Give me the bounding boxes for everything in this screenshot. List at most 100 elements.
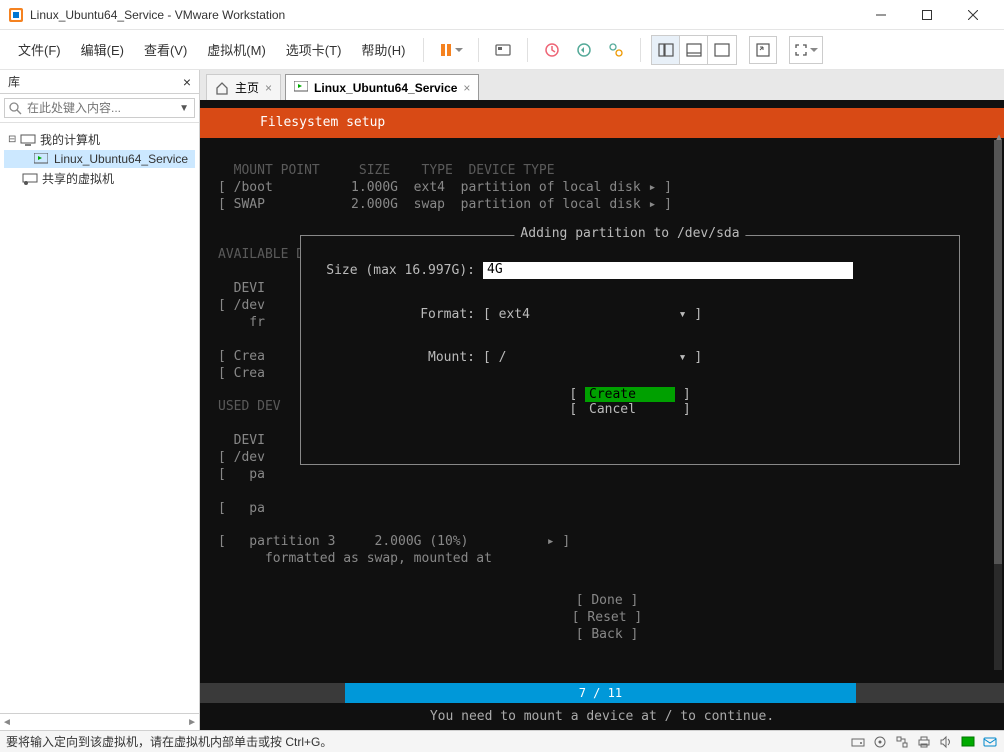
shared-icon — [22, 172, 38, 186]
reset-button[interactable]: [ Reset ] — [572, 610, 642, 625]
vm-running-icon — [34, 152, 50, 166]
tree-vm-item[interactable]: Linux_Ubuntu64_Service — [4, 150, 195, 168]
dialog-title: Adding partition to /dev/sda — [514, 226, 745, 241]
tree-label: Linux_Ubuntu64_Service — [54, 152, 188, 166]
bg-text: [ pa — [218, 501, 265, 516]
bg-text: [ Crea — [218, 366, 265, 381]
menu-view[interactable]: 查看(V) — [136, 36, 195, 63]
library-tree: ⊟ 我的计算机 Linux_Ubuntu64_Service 共享的虚拟机 — [0, 123, 199, 713]
bg-text: DEVI — [218, 433, 265, 448]
close-button[interactable] — [950, 0, 996, 30]
tab-close-icon[interactable]: × — [463, 81, 470, 95]
vm-scrollbar[interactable] — [994, 140, 1002, 670]
tree-label: 我的计算机 — [40, 131, 100, 148]
svg-text:_: _ — [762, 50, 767, 57]
tree-label: 共享的虚拟机 — [42, 170, 114, 187]
send-ctrl-alt-del-button[interactable] — [489, 36, 517, 64]
revert-snapshot-button[interactable] — [570, 36, 598, 64]
sidebar-hscroll[interactable]: ◄► — [0, 713, 199, 730]
tree-my-computer[interactable]: ⊟ 我的计算机 — [4, 129, 195, 150]
toolbar-separator — [423, 38, 424, 62]
bg-text: [ /dev — [218, 450, 265, 465]
format-label: Format: — [313, 307, 483, 322]
sidebar-close-button[interactable]: × — [183, 74, 191, 90]
app-icon — [8, 7, 24, 23]
toolbar-separator — [478, 38, 479, 62]
menubar: 文件(F) 编辑(E) 查看(V) 虚拟机(M) 选项卡(T) 帮助(H) _ — [0, 30, 1004, 70]
search-input[interactable] — [4, 98, 195, 118]
view-single-button[interactable] — [652, 36, 680, 64]
sidebar-header: 库 × — [0, 70, 199, 94]
col-headers: MOUNT POINT SIZE TYPE DEVICE TYPE — [218, 163, 555, 178]
computer-icon — [20, 133, 36, 147]
menu-help[interactable]: 帮助(H) — [353, 36, 413, 63]
installer-banner: Filesystem setup — [200, 108, 1004, 138]
status-tray — [850, 734, 998, 750]
window-titlebar: Linux_Ubuntu64_Service - VMware Workstat… — [0, 0, 1004, 30]
partition-row[interactable]: [ SWAP 2.000G swap partition of local di… — [218, 197, 672, 212]
done-button[interactable]: [ Done ] — [576, 593, 639, 608]
installer-hint: You need to mount a device at / to conti… — [200, 703, 1004, 730]
tab-label: 主页 — [235, 79, 259, 96]
view-fullscreen-button[interactable] — [708, 36, 736, 64]
menu-file[interactable]: 文件(F) — [10, 36, 69, 63]
message-icon[interactable] — [982, 734, 998, 750]
mount-select[interactable]: [ / ▾ ] — [483, 350, 702, 365]
toolbar-separator — [527, 38, 528, 62]
menu-edit[interactable]: 编辑(E) — [73, 36, 132, 63]
create-button[interactable]: Create — [585, 387, 675, 402]
network-icon[interactable] — [894, 734, 910, 750]
view-thumbnail-button[interactable] — [680, 36, 708, 64]
toolbar-separator — [640, 38, 641, 62]
partition-row[interactable]: [ /boot 1.000G ext4 partition of local d… — [218, 180, 672, 195]
unity-button[interactable]: _ — [749, 36, 777, 64]
tab-home[interactable]: 主页 × — [206, 74, 281, 100]
disk-icon[interactable] — [850, 734, 866, 750]
section-header: USED DEV — [218, 399, 281, 414]
pause-button[interactable] — [434, 36, 468, 64]
printer-icon[interactable] — [916, 734, 932, 750]
home-icon — [215, 81, 229, 95]
bg-text: [ /dev — [218, 298, 265, 313]
vm-running-icon — [294, 81, 308, 95]
back-button[interactable]: [ Back ] — [576, 627, 639, 642]
format-select[interactable]: [ ext4 ▾ ] — [483, 307, 702, 322]
cd-icon[interactable] — [872, 734, 888, 750]
cancel-button[interactable]: Cancel — [585, 402, 675, 417]
tab-vm[interactable]: Linux_Ubuntu64_Service × — [285, 74, 479, 100]
bg-text: DEVI — [218, 281, 265, 296]
search-icon — [8, 101, 22, 115]
partition-detail: formatted as swap, mounted at — [218, 551, 492, 566]
mount-label: Mount: — [313, 350, 483, 365]
size-input[interactable]: 4G — [483, 262, 853, 279]
maximize-button[interactable] — [904, 0, 950, 30]
bg-text: [ Crea — [218, 349, 265, 364]
manage-snapshot-button[interactable] — [602, 36, 630, 64]
search-dropdown-icon[interactable]: ▼ — [179, 103, 189, 114]
minimize-button[interactable] — [858, 0, 904, 30]
fullscreen-toggle-button[interactable] — [789, 36, 823, 64]
library-sidebar: 库 × ▼ ⊟ 我的计算机 Linux_Ubuntu64_Service 共享的… — [0, 70, 200, 730]
statusbar: 要将输入定向到该虚拟机，请在虚拟机内部单击或按 Ctrl+G。 — [0, 730, 1004, 752]
progress-bar: 7 / 11 — [200, 683, 1004, 703]
status-text: 要将输入定向到该虚拟机，请在虚拟机内部单击或按 Ctrl+G。 — [6, 733, 850, 750]
vm-status-icon[interactable] — [960, 734, 976, 750]
menu-tabs[interactable]: 选项卡(T) — [278, 36, 350, 63]
vm-console[interactable]: Filesystem setup MOUNT POINT SIZE TYPE D… — [200, 100, 1004, 730]
tree-shared-vms[interactable]: 共享的虚拟机 — [4, 168, 195, 189]
content-area: 主页 × Linux_Ubuntu64_Service × Filesystem… — [200, 70, 1004, 730]
view-mode-group — [651, 35, 737, 65]
tab-bar: 主页 × Linux_Ubuntu64_Service × — [200, 70, 1004, 100]
partition-row[interactable]: [ partition 3 2.000G (10%) ▸ ] — [218, 534, 570, 549]
tree-collapse-icon[interactable]: ⊟ — [8, 134, 20, 145]
menu-vm[interactable]: 虚拟机(M) — [199, 36, 274, 63]
tab-close-icon[interactable]: × — [265, 81, 272, 95]
sound-icon[interactable] — [938, 734, 954, 750]
bg-text: fr — [218, 315, 265, 330]
window-title: Linux_Ubuntu64_Service - VMware Workstat… — [30, 8, 858, 22]
snapshot-button[interactable] — [538, 36, 566, 64]
progress-fill: 7 / 11 — [345, 683, 856, 703]
sidebar-title: 库 — [8, 73, 20, 90]
size-label: Size (max 16.997G): — [313, 263, 483, 278]
bg-text: [ pa — [218, 467, 265, 482]
